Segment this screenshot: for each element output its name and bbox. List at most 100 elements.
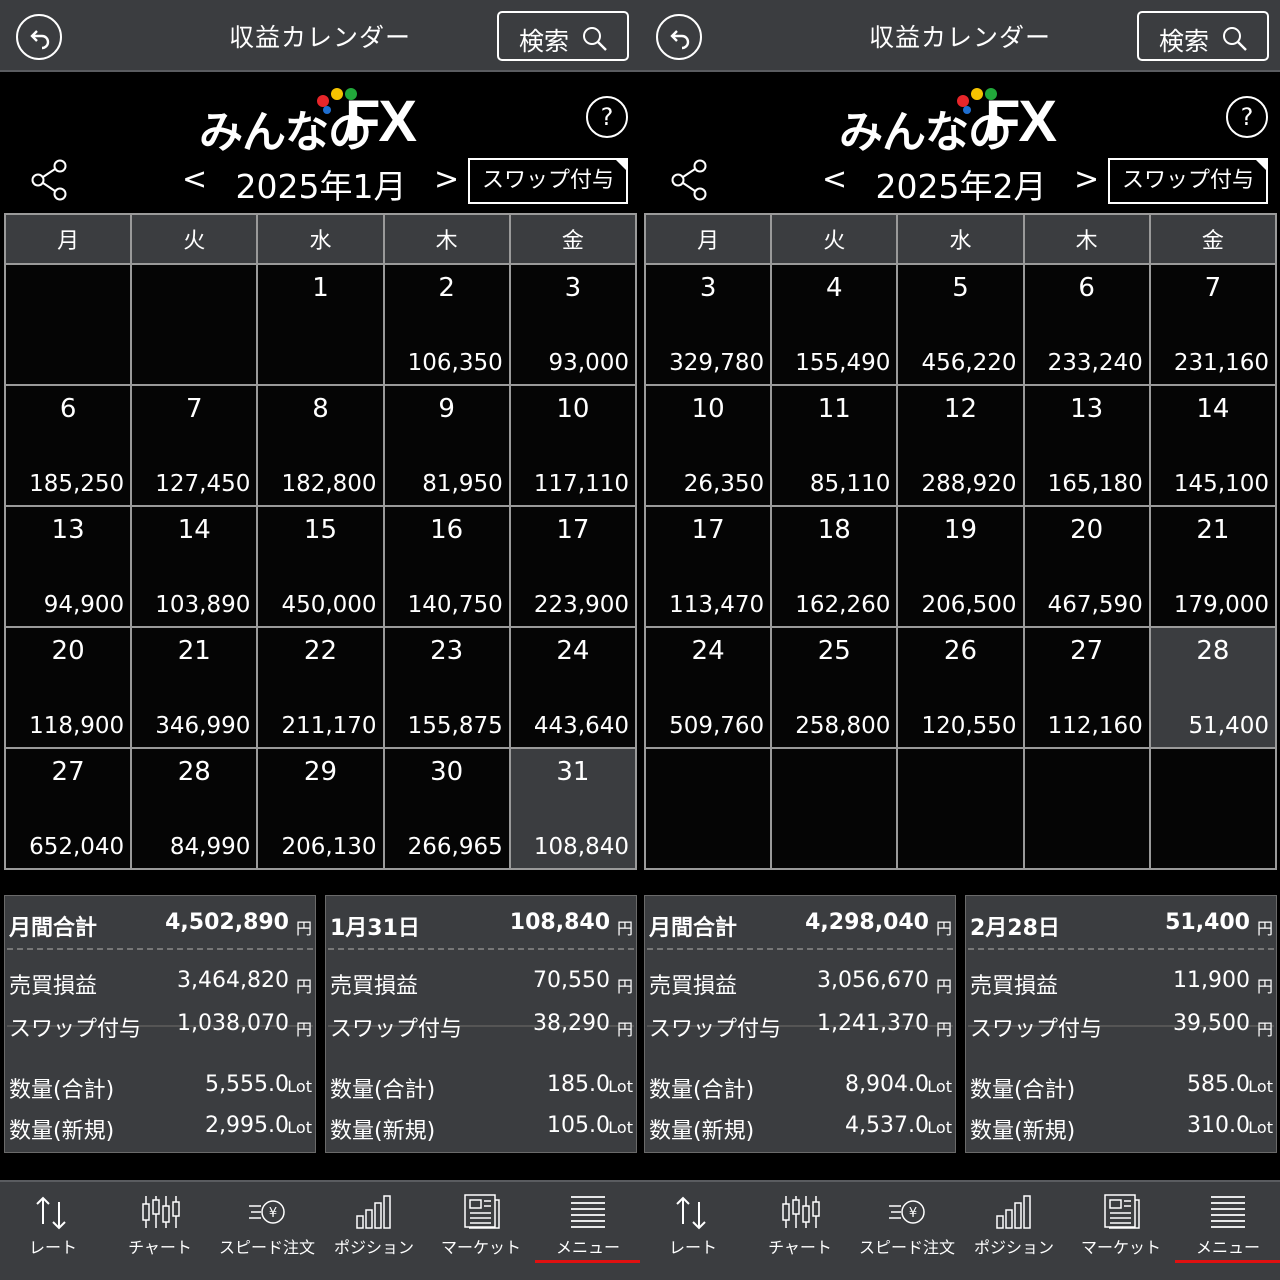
weekday-header-row: 月火水木金 (3, 213, 638, 265)
calendar-day-cell[interactable]: 17 113,470 (643, 505, 773, 628)
swap-toggle-button[interactable]: スワップ付与 (468, 158, 628, 204)
back-button[interactable] (16, 14, 62, 60)
calendar-day-cell[interactable]: 5 456,220 (896, 263, 1025, 386)
tab-speed-order[interactable]: ¥ スピード注文 (214, 1182, 320, 1280)
calendar-grid: 月火水木金 3 329,780 4 155,490 5 456,220 6 233,240 7 2… (643, 213, 1278, 870)
calendar-day-cell[interactable]: 17 223,900 (508, 505, 638, 628)
next-month-button[interactable]: > (1074, 162, 1099, 197)
calendar-day-cell[interactable]: 23 155,875 (382, 626, 511, 749)
day-profit: 112,160 (1047, 713, 1143, 739)
calendar-day-cell[interactable]: 31 108,840 (508, 747, 638, 870)
prev-month-button[interactable]: < (822, 162, 847, 197)
tab-label: マーケット (440, 1238, 521, 1257)
summary-row-value: 3,056,670 (817, 968, 929, 993)
search-button[interactable]: 検索 (1137, 11, 1269, 61)
calendar-day-cell[interactable]: 10 117,110 (508, 384, 638, 507)
summary-header-row: 月間合計 4,502,890 円 (5, 904, 315, 944)
calendar-day-cell[interactable]: 10 26,350 (643, 384, 773, 507)
day-profit: 179,000 (1173, 592, 1269, 618)
calendar-day-cell[interactable]: 1 (256, 263, 385, 386)
calendar-day-cell[interactable]: 20 467,590 (1022, 505, 1151, 628)
calendar-day-cell[interactable]: 16 140,750 (382, 505, 511, 628)
calendar-day-cell[interactable]: 13 94,900 (3, 505, 133, 628)
summary-row-value: 8,904.0 (845, 1072, 929, 1097)
summary-row: 数量(合計) 585.0 Lot (966, 1066, 1276, 1106)
calendar-day-cell[interactable]: 20 118,900 (3, 626, 133, 749)
share-icon[interactable] (30, 158, 70, 202)
calendar-day-cell[interactable]: 19 206,500 (896, 505, 1025, 628)
calendar-day-cell[interactable]: 3 329,780 (643, 263, 773, 386)
tab-newspaper[interactable]: マーケット (428, 1182, 534, 1280)
calendar-day-cell[interactable]: 7 231,160 (1148, 263, 1278, 386)
tab-rate-arrows[interactable]: レート (0, 1182, 106, 1280)
calendar-day-cell[interactable]: 18 162,260 (770, 505, 899, 628)
summary-row-value: 5,555.0 (205, 1072, 289, 1097)
calendar-day-cell[interactable]: 25 258,800 (770, 626, 899, 749)
calendar-day-cell[interactable]: 28 51,400 (1148, 626, 1278, 749)
next-month-button[interactable]: > (434, 162, 459, 197)
day-number: 6 (1078, 273, 1095, 303)
tab-bar-chart[interactable]: ポジション (961, 1182, 1067, 1280)
calendar-day-cell[interactable]: 21 179,000 (1148, 505, 1278, 628)
calendar-day-cell[interactable]: 13 165,180 (1022, 384, 1151, 507)
tab-menu-list[interactable]: メニュー (1175, 1182, 1280, 1280)
calendar-day-cell[interactable]: 6 233,240 (1022, 263, 1151, 386)
tab-label: マーケット (1080, 1238, 1161, 1257)
calendar-day-cell[interactable]: 15 450,000 (256, 505, 385, 628)
day-number: 21 (177, 636, 211, 666)
calendar-day-cell[interactable]: 12 288,920 (896, 384, 1025, 507)
summary-row-unit: 円 (295, 977, 312, 996)
back-button[interactable] (656, 14, 702, 60)
day-number: 29 (303, 757, 338, 787)
tab-candlestick[interactable]: チャート (747, 1182, 853, 1280)
day-profit: 113,470 (669, 592, 765, 618)
calendar-day-cell[interactable]: 26 120,550 (896, 626, 1025, 749)
calendar-day-cell[interactable]: 24 509,760 (643, 626, 773, 749)
calendar-day-cell[interactable]: 27 112,160 (1022, 626, 1151, 749)
tab-label: チャート (128, 1238, 192, 1257)
calendar-day-cell[interactable]: 3 93,000 (508, 263, 638, 386)
help-button[interactable]: ? (586, 96, 628, 138)
calendar-day-cell[interactable]: 14 145,100 (1148, 384, 1278, 507)
calendar-day-cell[interactable]: 11 85,110 (770, 384, 899, 507)
day-profit: 93,000 (548, 350, 629, 376)
summary-row-unit: Lot (1248, 1077, 1273, 1096)
tab-speed-order[interactable]: ¥ スピード注文 (854, 1182, 960, 1280)
calendar-day-cell[interactable]: 21 346,990 (130, 626, 259, 749)
swap-toggle-button[interactable]: スワップ付与 (1108, 158, 1268, 204)
day-number: 31 (556, 757, 590, 787)
tab-newspaper[interactable]: マーケット (1068, 1182, 1174, 1280)
summary-row-label: 数量(合計) (649, 1078, 755, 1103)
summary-row-label: 売買損益 (649, 974, 738, 999)
weekday-header-cell: 木 (1022, 213, 1151, 265)
tab-bar-chart[interactable]: ポジション (321, 1182, 427, 1280)
calendar-day-cell[interactable]: 9 81,950 (382, 384, 511, 507)
prev-month-button[interactable]: < (182, 162, 207, 197)
calendar-day-cell[interactable]: 6 185,250 (3, 384, 133, 507)
day-number: 27 (51, 757, 85, 787)
calendar-day-cell[interactable]: 27 652,040 (3, 747, 133, 870)
share-icon[interactable] (670, 158, 710, 202)
calendar-day-cell[interactable]: 7 127,450 (130, 384, 259, 507)
summary-row-label: 売買損益 (330, 974, 419, 999)
calendar-day-cell[interactable]: 4 155,490 (770, 263, 899, 386)
help-button[interactable]: ? (1226, 96, 1268, 138)
search-button[interactable]: 検索 (497, 11, 629, 61)
summary-row-value: 11,900 (1173, 968, 1250, 993)
calendar-day-cell[interactable]: 24 443,640 (508, 626, 638, 749)
calendar-day-cell[interactable]: 28 84,990 (130, 747, 259, 870)
day-number: 10 (691, 394, 725, 424)
day-profit: 652,040 (29, 834, 125, 860)
calendar-day-cell[interactable]: 14 103,890 (130, 505, 259, 628)
tab-menu-list[interactable]: メニュー (535, 1182, 640, 1280)
calendar-day-cell[interactable]: 22 211,170 (256, 626, 385, 749)
calendar-day-cell[interactable]: 29 206,130 (256, 747, 385, 870)
weekday-header-cell: 火 (770, 213, 899, 265)
calendar-day-cell[interactable]: 30 266,965 (382, 747, 511, 870)
tab-candlestick[interactable]: チャート (107, 1182, 213, 1280)
calendar-day-cell[interactable]: 8 182,800 (256, 384, 385, 507)
summary-row: スワップ付与 38,290 円 (326, 1005, 636, 1045)
calendar-day-cell[interactable]: 2 106,350 (382, 263, 511, 386)
tab-rate-arrows[interactable]: レート (640, 1182, 746, 1280)
summary-row-value: 105.0 (547, 1113, 610, 1138)
